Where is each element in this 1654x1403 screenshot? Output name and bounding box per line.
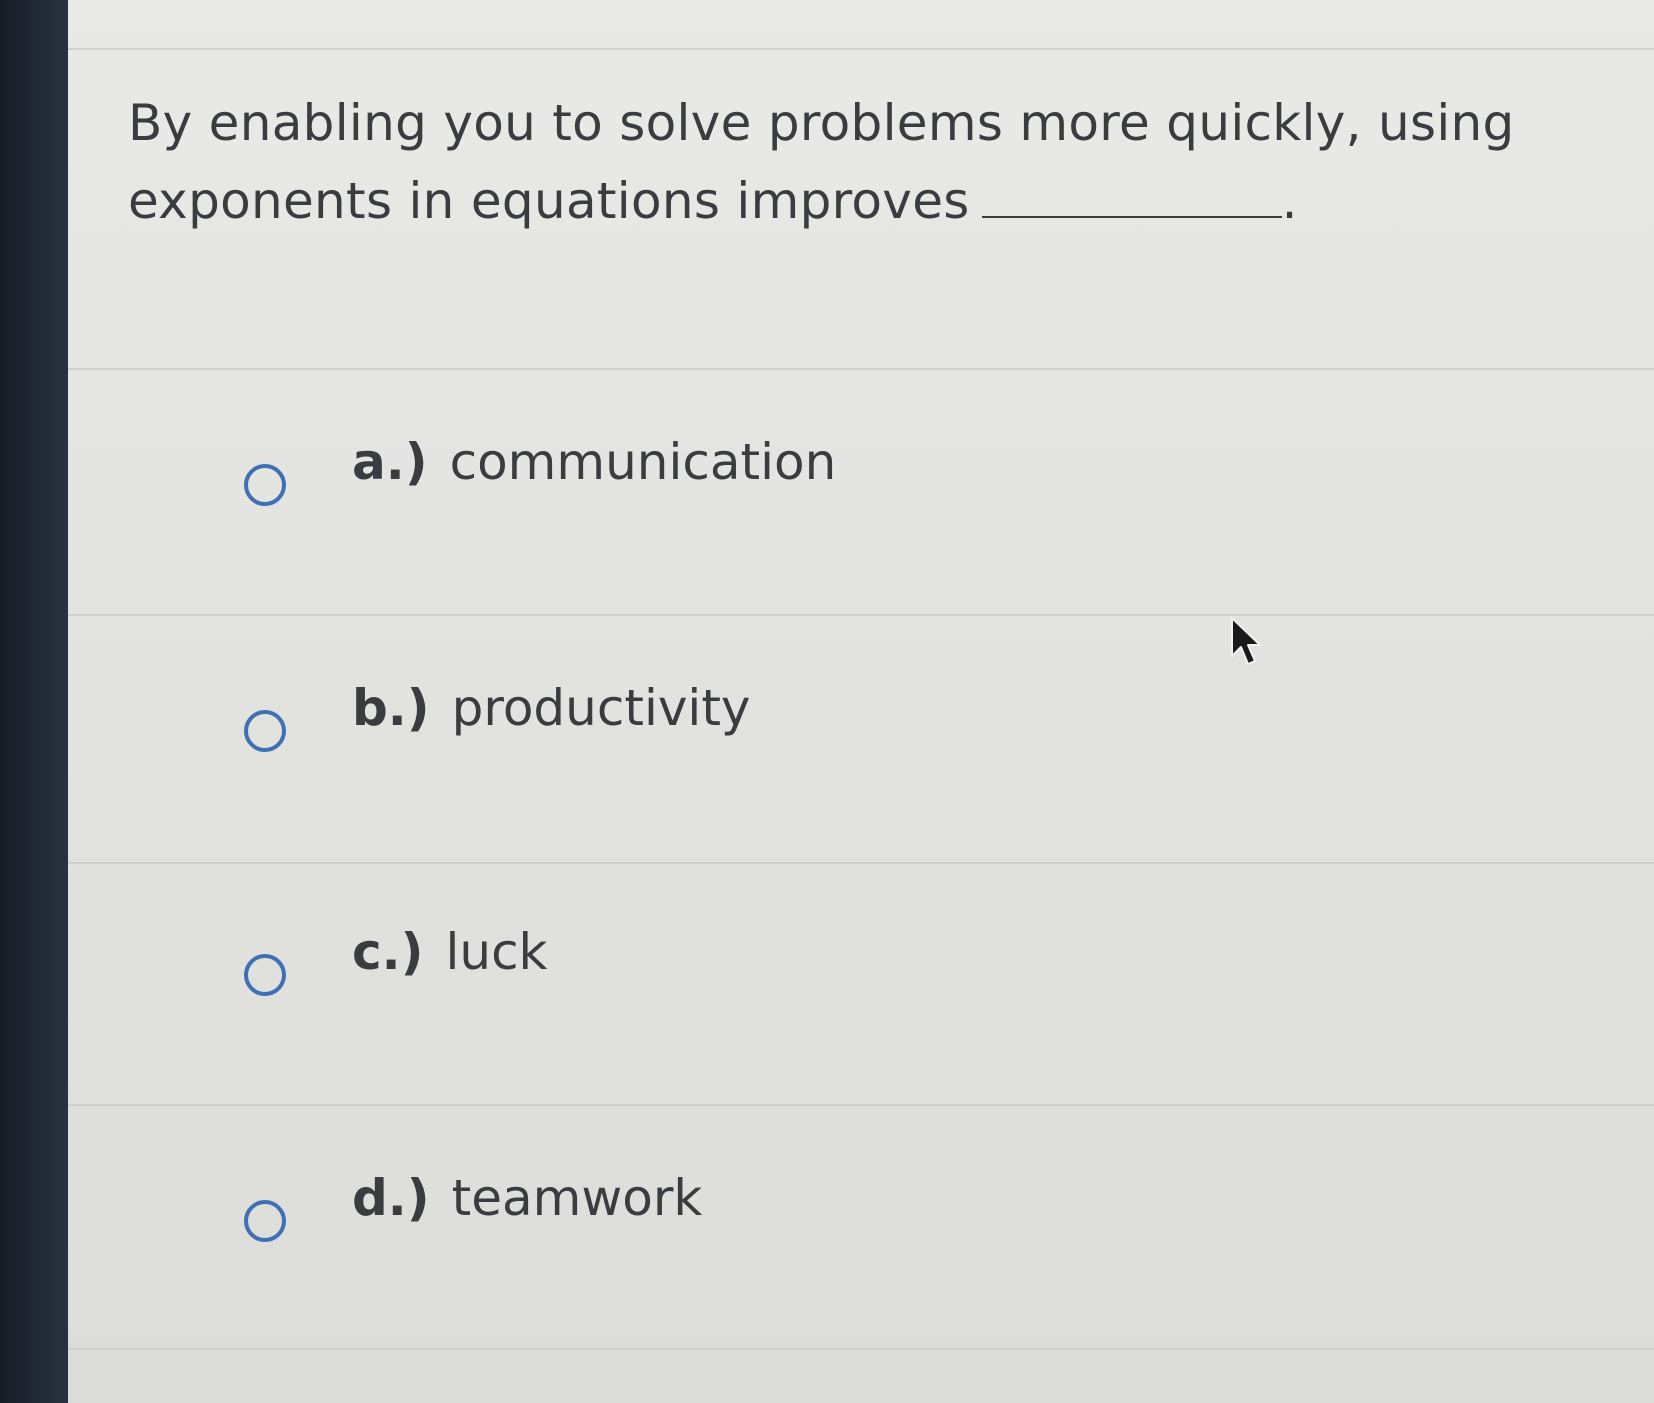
option-divider xyxy=(68,862,1654,864)
radio-circle-icon[interactable] xyxy=(244,710,286,752)
quiz-screen: By enabling you to solve problems more q… xyxy=(68,0,1654,1403)
option-label: c.) luck xyxy=(352,922,548,982)
screen-bezel xyxy=(0,0,68,1403)
option-letter: c.) xyxy=(352,923,424,981)
option-text: communication xyxy=(449,433,837,491)
option-c[interactable]: c.) luck xyxy=(68,882,1654,1122)
option-letter: b.) xyxy=(352,679,430,737)
option-divider xyxy=(68,614,1654,616)
option-divider xyxy=(68,1348,1654,1350)
mouse-pointer-icon xyxy=(1231,617,1261,665)
option-label: b.) productivity xyxy=(352,678,751,738)
option-text: teamwork xyxy=(451,1169,703,1227)
options-divider xyxy=(68,368,1654,370)
question-end-punct: . xyxy=(1281,172,1298,230)
radio-circle-icon[interactable] xyxy=(244,1200,286,1242)
option-a[interactable]: a.) communication xyxy=(68,392,1654,632)
option-divider xyxy=(68,1104,1654,1106)
option-label: a.) communication xyxy=(352,432,836,492)
option-d[interactable]: d.) teamwork xyxy=(68,1128,1654,1368)
option-label: d.) teamwork xyxy=(352,1168,702,1228)
answer-blank xyxy=(981,170,1282,218)
option-b[interactable]: b.) productivity xyxy=(68,638,1654,878)
question-prompt: By enabling you to solve problems more q… xyxy=(128,84,1548,240)
option-letter: a.) xyxy=(352,433,428,491)
option-text: luck xyxy=(445,923,548,981)
option-letter: d.) xyxy=(352,1169,430,1227)
radio-circle-icon[interactable] xyxy=(244,954,286,996)
question-text: By enabling you to solve problems more q… xyxy=(128,94,1515,230)
radio-circle-icon[interactable] xyxy=(244,464,286,506)
top-divider xyxy=(68,48,1654,50)
option-text: productivity xyxy=(451,679,751,737)
